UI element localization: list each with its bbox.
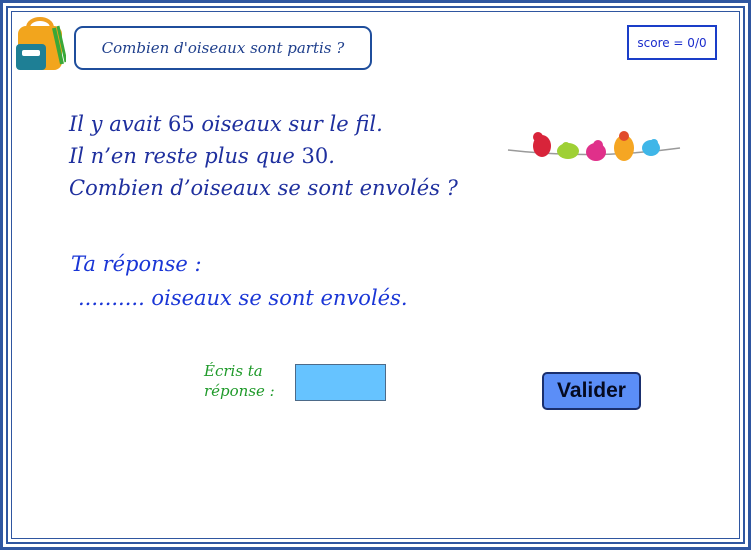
question-line-1-prefix: Il y avait	[69, 112, 168, 136]
question-line-2: Il n’en reste plus que 30.	[69, 144, 335, 168]
validate-button[interactable]: Valider	[542, 372, 641, 410]
input-prompt: Écris ta réponse :	[204, 361, 275, 401]
answer-template: .......... oiseaux se sont envolés.	[78, 286, 408, 310]
input-prompt-line-2: réponse :	[204, 382, 275, 400]
question-line-3: Combien d’oiseaux se sont envolés ?	[69, 176, 458, 200]
answer-label: Ta réponse :	[71, 252, 202, 276]
input-prompt-line-1: Écris ta	[204, 362, 263, 380]
initial-count: 65	[167, 112, 195, 136]
question-line-1: Il y avait 65 oiseaux sur le fil.	[69, 112, 383, 136]
page-title: Combien d'oiseaux sont partis ?	[74, 26, 372, 70]
remaining-count: 30	[301, 144, 329, 168]
birds-on-wire-image	[507, 131, 681, 161]
answer-input[interactable]	[295, 364, 386, 401]
score-display: score = 0/0	[627, 25, 717, 60]
question-line-2-prefix: Il n’en reste plus que	[69, 144, 302, 168]
question-line-1-suffix: oiseaux sur le fil.	[194, 112, 383, 136]
backpack-icon	[16, 17, 66, 70]
question-line-2-suffix: .	[328, 144, 335, 168]
